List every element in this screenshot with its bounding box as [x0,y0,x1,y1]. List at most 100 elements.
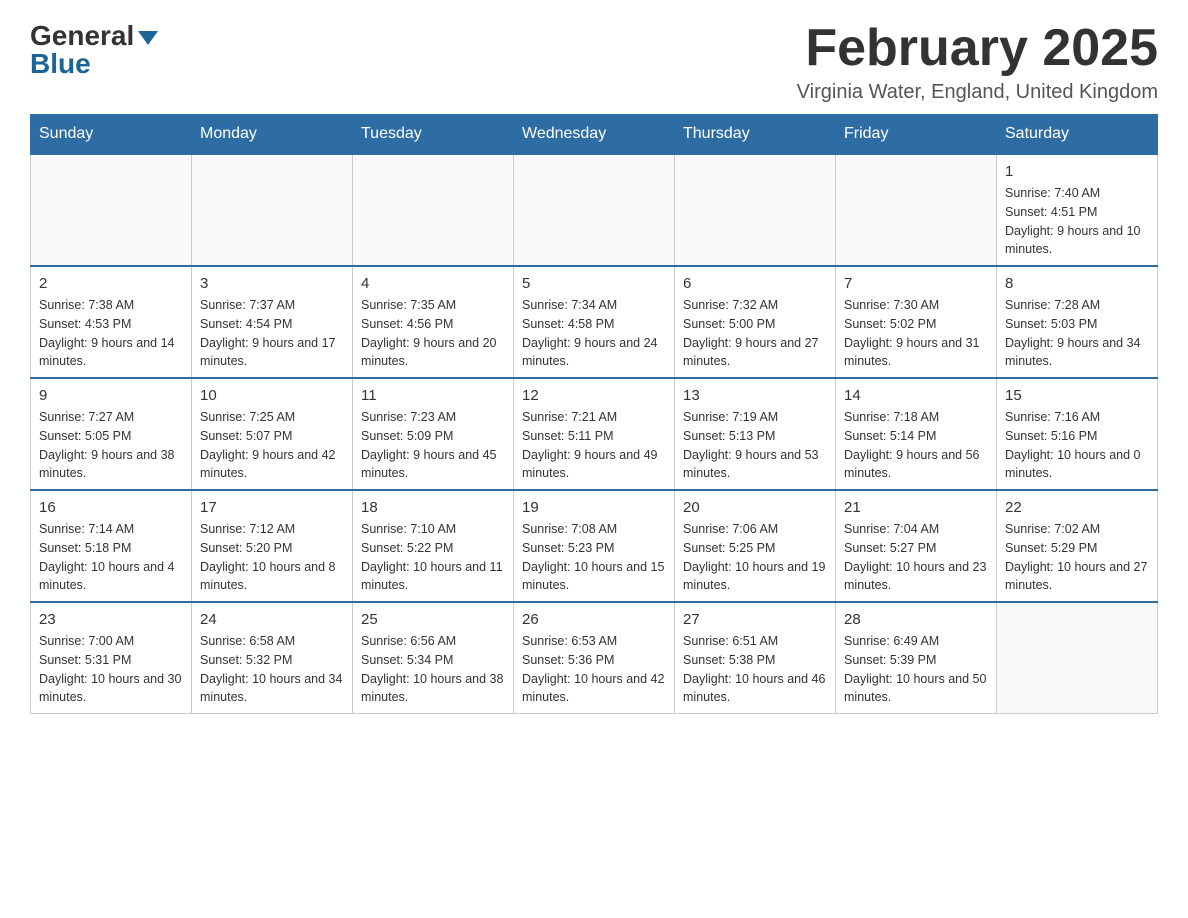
calendar-day-cell: 28 Sunrise: 6:49 AMSunset: 5:39 PMDayligh… [836,602,997,714]
calendar-day-cell: 6 Sunrise: 7:32 AMSunset: 5:00 PMDaylight… [675,266,836,378]
calendar-day-cell [31,154,192,266]
calendar-day-cell: 18Sunrise: 7:10 AMSunset: 5:22 PMDayligh… [353,490,514,602]
title-section: February 2025 Virginia Water, England, U… [797,20,1158,104]
day-number: 13 [683,387,827,404]
day-info: Sunrise: 7:28 AMSunset: 5:03 PMDaylight:… [1005,296,1149,371]
day-number: 8 [1005,275,1149,292]
day-number: 20 [683,499,827,516]
calendar-day-cell: 1 Sunrise: 7:40 AMSunset: 4:51 PMDaylight… [997,154,1158,266]
logo-arrow-icon [138,31,158,45]
calendar-day-cell: 14 Sunrise: 7:18 AMSunset: 5:14 PMDayligh… [836,378,997,490]
day-number: 3 [200,275,344,292]
calendar-day-cell: 2 Sunrise: 7:38 AMSunset: 4:53 PMDaylight… [31,266,192,378]
calendar-week-row: 16Sunrise: 7:14 AMSunset: 5:18 PMDayligh… [31,490,1158,602]
calendar-day-cell: 8 Sunrise: 7:28 AMSunset: 5:03 PMDaylight… [997,266,1158,378]
day-number: 15 [1005,387,1149,404]
calendar-day-cell: 17 Sunrise: 7:12 AMSunset: 5:20 PMDayligh… [192,490,353,602]
day-info: Sunrise: 7:40 AMSunset: 4:51 PMDaylight:… [1005,184,1149,259]
day-number: 11 [361,387,505,404]
day-info: Sunrise: 7:25 AMSunset: 5:07 PMDaylight:… [200,408,344,483]
calendar-day-cell [836,154,997,266]
day-number: 17 [200,499,344,516]
calendar-week-row: 23Sunrise: 7:00 AMSunset: 5:31 PMDayligh… [31,602,1158,714]
day-info: Sunrise: 7:21 AMSunset: 5:11 PMDaylight:… [522,408,666,483]
calendar-day-cell: 24 Sunrise: 6:58 AMSunset: 5:32 PMDayligh… [192,602,353,714]
day-info: Sunrise: 7:38 AMSunset: 4:53 PMDaylight:… [39,296,183,371]
calendar-day-cell: 15 Sunrise: 7:16 AMSunset: 5:16 PMDayligh… [997,378,1158,490]
day-number: 22 [1005,499,1149,516]
calendar-day-cell [675,154,836,266]
calendar-title: February 2025 [797,20,1158,77]
day-info: Sunrise: 7:02 AMSunset: 5:29 PMDaylight:… [1005,520,1149,595]
calendar-day-cell: 9 Sunrise: 7:27 AMSunset: 5:05 PMDaylight… [31,378,192,490]
day-info: Sunrise: 7:27 AMSunset: 5:05 PMDaylight:… [39,408,183,483]
calendar-day-cell [514,154,675,266]
day-info: Sunrise: 7:04 AMSunset: 5:27 PMDaylight:… [844,520,988,595]
day-number: 14 [844,387,988,404]
calendar-day-cell: 11Sunrise: 7:23 AMSunset: 5:09 PMDayligh… [353,378,514,490]
calendar-week-row: 9 Sunrise: 7:27 AMSunset: 5:05 PMDaylight… [31,378,1158,490]
day-info: Sunrise: 7:18 AMSunset: 5:14 PMDaylight:… [844,408,988,483]
day-of-week-header: Monday [192,115,353,155]
day-number: 23 [39,611,183,628]
day-info: Sunrise: 7:16 AMSunset: 5:16 PMDaylight:… [1005,408,1149,483]
calendar-subtitle: Virginia Water, England, United Kingdom [797,81,1158,104]
day-number: 24 [200,611,344,628]
calendar-day-cell [997,602,1158,714]
calendar-day-cell: 4 Sunrise: 7:35 AMSunset: 4:56 PMDaylight… [353,266,514,378]
day-number: 10 [200,387,344,404]
calendar-day-cell: 16Sunrise: 7:14 AMSunset: 5:18 PMDayligh… [31,490,192,602]
calendar-week-row: 2 Sunrise: 7:38 AMSunset: 4:53 PMDaylight… [31,266,1158,378]
logo-blue-text: Blue [30,48,91,80]
day-info: Sunrise: 7:34 AMSunset: 4:58 PMDaylight:… [522,296,666,371]
day-info: Sunrise: 7:35 AMSunset: 4:56 PMDaylight:… [361,296,505,371]
day-number: 27 [683,611,827,628]
logo: General Blue [30,20,158,80]
day-of-week-header: Wednesday [514,115,675,155]
day-number: 12 [522,387,666,404]
day-info: Sunrise: 6:53 AMSunset: 5:36 PMDaylight:… [522,632,666,707]
day-info: Sunrise: 7:12 AMSunset: 5:20 PMDaylight:… [200,520,344,595]
day-number: 28 [844,611,988,628]
day-of-week-header: Tuesday [353,115,514,155]
calendar-day-cell: 25 Sunrise: 6:56 AMSunset: 5:34 PMDayligh… [353,602,514,714]
calendar-day-cell [192,154,353,266]
day-number: 2 [39,275,183,292]
calendar-day-cell: 10 Sunrise: 7:25 AMSunset: 5:07 PMDayligh… [192,378,353,490]
calendar-day-cell: 3 Sunrise: 7:37 AMSunset: 4:54 PMDaylight… [192,266,353,378]
calendar-day-cell: 21 Sunrise: 7:04 AMSunset: 5:27 PMDayligh… [836,490,997,602]
calendar-day-cell: 26 Sunrise: 6:53 AMSunset: 5:36 PMDayligh… [514,602,675,714]
day-number: 9 [39,387,183,404]
calendar-day-cell: 23Sunrise: 7:00 AMSunset: 5:31 PMDayligh… [31,602,192,714]
day-of-week-header: Saturday [997,115,1158,155]
calendar-header-row: SundayMondayTuesdayWednesdayThursdayFrid… [31,115,1158,155]
day-number: 25 [361,611,505,628]
day-number: 18 [361,499,505,516]
day-info: Sunrise: 7:32 AMSunset: 5:00 PMDaylight:… [683,296,827,371]
day-number: 7 [844,275,988,292]
day-info: Sunrise: 6:58 AMSunset: 5:32 PMDaylight:… [200,632,344,707]
day-of-week-header: Sunday [31,115,192,155]
calendar-day-cell: 7 Sunrise: 7:30 AMSunset: 5:02 PMDaylight… [836,266,997,378]
day-number: 1 [1005,163,1149,180]
day-number: 19 [522,499,666,516]
day-info: Sunrise: 7:08 AMSunset: 5:23 PMDaylight:… [522,520,666,595]
calendar-day-cell: 19 Sunrise: 7:08 AMSunset: 5:23 PMDayligh… [514,490,675,602]
day-of-week-header: Friday [836,115,997,155]
day-info: Sunrise: 7:30 AMSunset: 5:02 PMDaylight:… [844,296,988,371]
calendar-day-cell: 12 Sunrise: 7:21 AMSunset: 5:11 PMDayligh… [514,378,675,490]
day-number: 26 [522,611,666,628]
calendar-day-cell [353,154,514,266]
calendar-day-cell: 27Sunrise: 6:51 AMSunset: 5:38 PMDayligh… [675,602,836,714]
day-number: 6 [683,275,827,292]
page-header: General Blue February 2025 Virginia Wate… [30,20,1158,104]
day-info: Sunrise: 6:56 AMSunset: 5:34 PMDaylight:… [361,632,505,707]
day-info: Sunrise: 6:49 AMSunset: 5:39 PMDaylight:… [844,632,988,707]
calendar-day-cell: 5 Sunrise: 7:34 AMSunset: 4:58 PMDaylight… [514,266,675,378]
calendar-table: SundayMondayTuesdayWednesdayThursdayFrid… [30,114,1158,714]
calendar-week-row: 1 Sunrise: 7:40 AMSunset: 4:51 PMDaylight… [31,154,1158,266]
day-number: 21 [844,499,988,516]
day-number: 4 [361,275,505,292]
day-info: Sunrise: 7:37 AMSunset: 4:54 PMDaylight:… [200,296,344,371]
day-number: 5 [522,275,666,292]
